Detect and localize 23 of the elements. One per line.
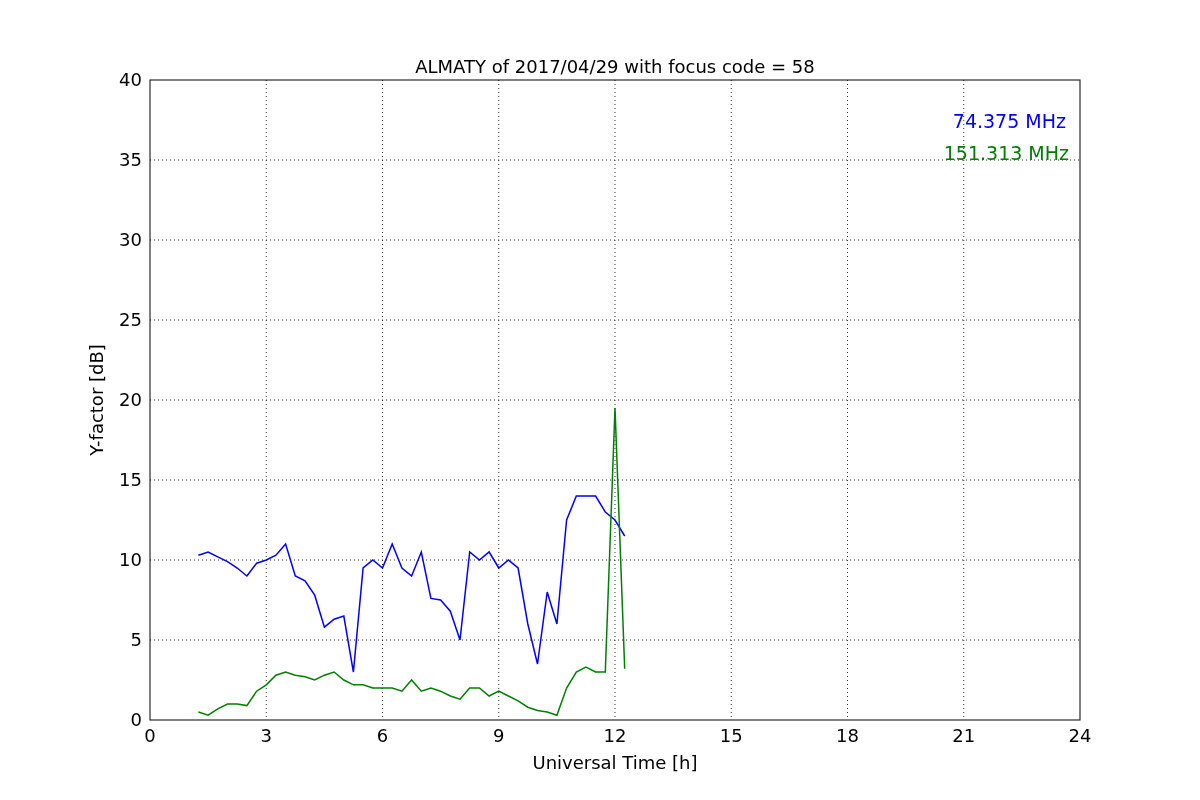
y-tick-label: 0	[130, 709, 142, 730]
x-tick-label: 6	[376, 725, 389, 746]
y-tick-label: 40	[119, 69, 142, 90]
x-tick-label: 18	[836, 725, 859, 746]
x-tick-label: 12	[603, 725, 627, 746]
y-tick-label: 35	[119, 149, 142, 170]
x-tick-label: 21	[952, 725, 976, 746]
y-axis-label: Y-factor [dB]	[86, 344, 107, 456]
x-tick-label: 3	[260, 725, 272, 746]
y-tick-label: 25	[119, 309, 142, 330]
chart-title: ALMATY of 2017/04/29 with focus code = 58	[415, 56, 815, 77]
y-tick-label: 30	[119, 229, 142, 250]
legend-label: 151.313 MHz	[943, 142, 1069, 164]
x-tick-label: 0	[144, 725, 156, 746]
x-tick-label: 15	[719, 725, 743, 746]
y-tick-label: 20	[119, 389, 142, 410]
y-tick-label: 15	[119, 469, 142, 490]
x-tick-label: 9	[493, 725, 505, 746]
legend-label: 74.375 MHz	[952, 110, 1066, 132]
y-tick-label: 5	[130, 629, 142, 650]
y-tick-label: 10	[119, 549, 142, 570]
x-axis-label: Universal Time [h]	[532, 752, 698, 773]
x-tick-label: 24	[1068, 725, 1092, 746]
